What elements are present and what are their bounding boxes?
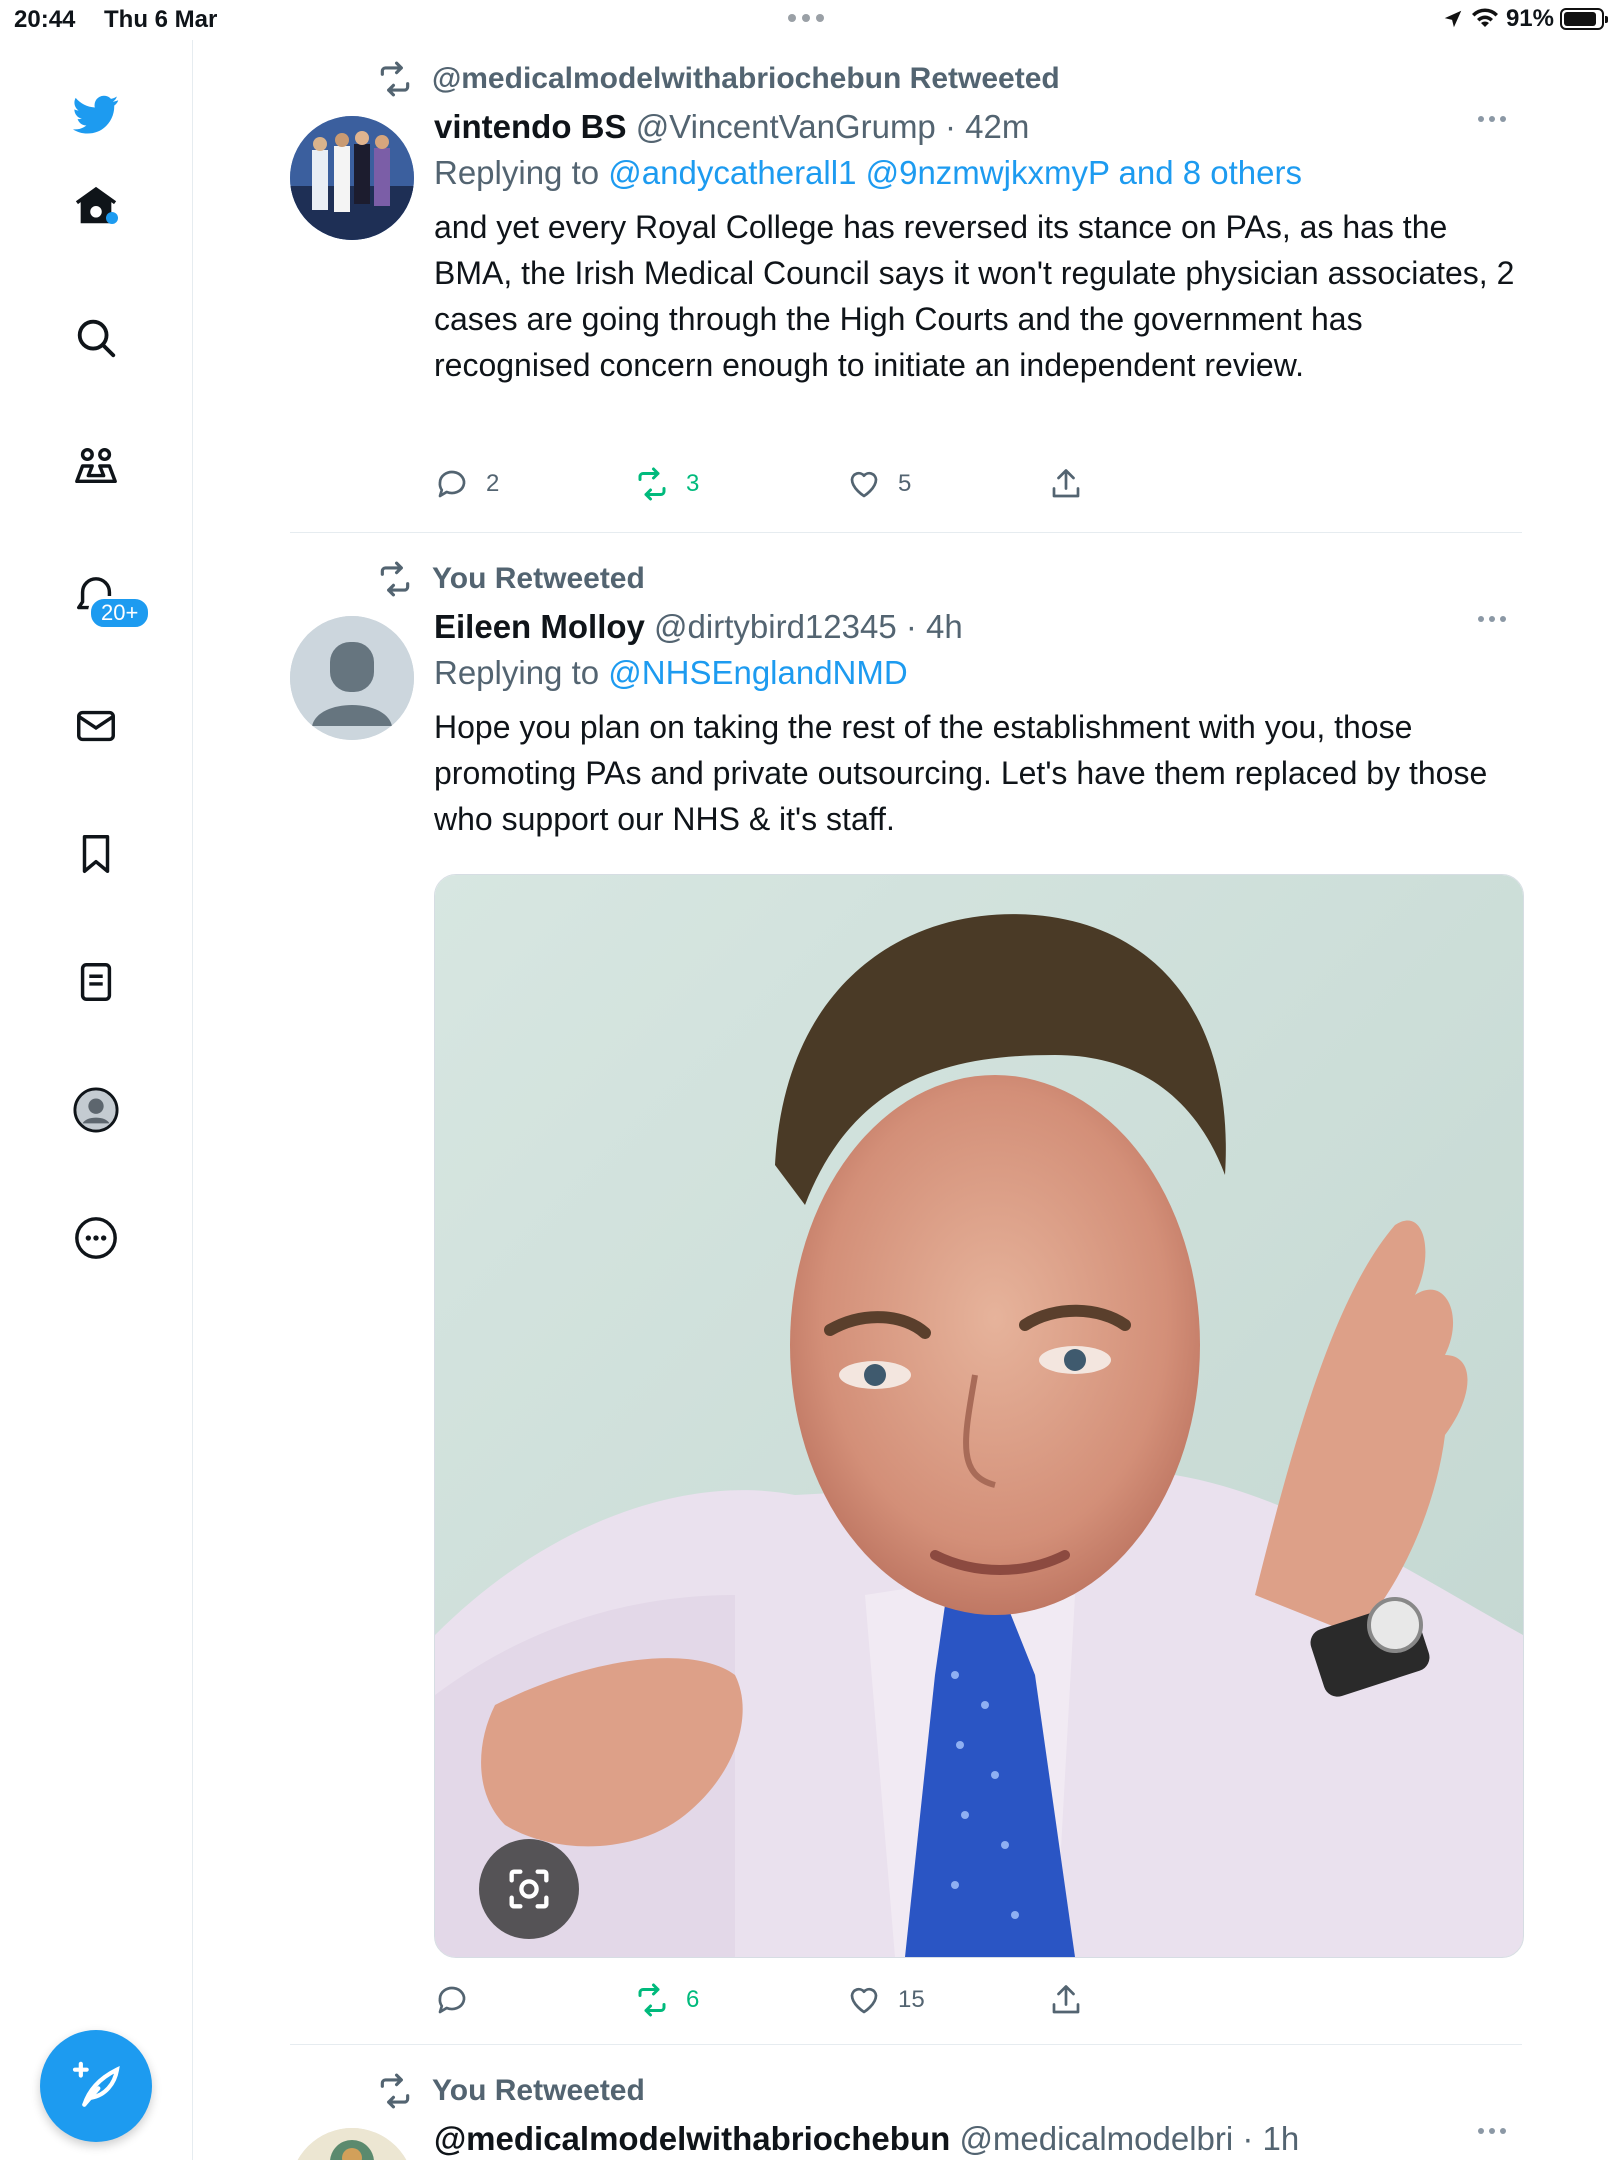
share-button[interactable] bbox=[1048, 1982, 1084, 2018]
retweet-button[interactable]: 6 bbox=[634, 1982, 699, 2018]
retweet-label: You Retweeted bbox=[432, 2074, 645, 2107]
avatar[interactable] bbox=[290, 2128, 414, 2160]
share-icon bbox=[1052, 469, 1080, 498]
retweet-context: @medicalmodelwithabriochebun Retweeted bbox=[376, 60, 1060, 98]
tweet-text: Hope you plan on taking the rest of the … bbox=[434, 709, 1488, 837]
heart-icon bbox=[850, 1987, 878, 2014]
tweet[interactable]: You Retweeted @medicalmodelwithabriocheb… bbox=[290, 2072, 1522, 2160]
tweet-more-icon[interactable] bbox=[1478, 616, 1506, 622]
like-count: 15 bbox=[898, 1986, 925, 2013]
retweet-context: You Retweeted bbox=[376, 2072, 645, 2110]
tweet-time[interactable]: · 42m bbox=[945, 108, 1029, 145]
like-button[interactable]: 15 bbox=[846, 1982, 925, 2018]
retweet-icon bbox=[380, 61, 410, 97]
avatar[interactable] bbox=[290, 116, 414, 240]
like-count: 5 bbox=[898, 470, 912, 497]
compose-tweet-icon bbox=[72, 2061, 120, 2107]
wifi-icon bbox=[1471, 8, 1498, 27]
replying-prefix: Replying to bbox=[434, 154, 600, 191]
retweet-label: You Retweeted bbox=[432, 562, 645, 595]
battery-percent: 91% bbox=[1505, 5, 1554, 32]
battery-icon bbox=[1560, 8, 1608, 30]
search-icon[interactable] bbox=[68, 310, 124, 366]
tweet[interactable]: @medicalmodelwithabriochebun Retweeted v… bbox=[290, 60, 1522, 501]
author-handle[interactable]: @medicalmodelbri bbox=[959, 2120, 1233, 2157]
communities-icon[interactable] bbox=[68, 438, 124, 494]
tweet-media-photo[interactable] bbox=[434, 874, 1524, 1958]
retweet-count: 6 bbox=[686, 1986, 700, 2013]
replying-to: Replying to @andycatherall1 @9nzmwjkxmyP… bbox=[434, 154, 1522, 192]
retweet-icon bbox=[380, 2073, 410, 2109]
share-icon bbox=[1052, 1985, 1080, 2014]
multitasking-dots-icon[interactable] bbox=[788, 14, 824, 22]
tweet-more-icon[interactable] bbox=[1478, 2128, 1506, 2134]
sidebar-nav: 20+ bbox=[0, 40, 193, 2160]
status-bar: 20:44 Thu 6 Mar 91% bbox=[0, 0, 1620, 40]
replying-to-link[interactable]: @andycatherall1 @9nzmwjkxmyP and 8 other… bbox=[608, 154, 1302, 191]
home-unread-dot bbox=[106, 212, 118, 224]
twitter-bird-icon[interactable] bbox=[68, 86, 124, 142]
author-name[interactable]: vintendo BS bbox=[434, 108, 627, 145]
tweet-more-icon[interactable] bbox=[1478, 116, 1506, 122]
status-time: 20:44 bbox=[14, 6, 76, 33]
like-button[interactable]: 5 bbox=[846, 466, 911, 502]
tweet-divider bbox=[290, 532, 1522, 533]
tweet-header: @medicalmodelwithabriochebun @medicalmod… bbox=[434, 2120, 1522, 2158]
retweet-icon bbox=[380, 561, 410, 597]
tweet-divider bbox=[290, 2044, 1522, 2045]
replying-to-link[interactable]: @NHSEnglandNMD bbox=[608, 654, 907, 691]
tweet-text: and yet every Royal College has reversed… bbox=[434, 209, 1515, 383]
retweet-icon bbox=[638, 1983, 666, 2017]
visual-lookup-button[interactable] bbox=[479, 1839, 579, 1939]
messages-icon[interactable] bbox=[68, 698, 124, 754]
more-icon[interactable] bbox=[68, 1210, 124, 1266]
retweet-label: @medicalmodelwithabriochebun Retweeted bbox=[432, 62, 1060, 95]
tweet[interactable]: You Retweeted Eileen Molloy @dirtybird12… bbox=[290, 560, 1524, 2022]
compose-tweet-button[interactable] bbox=[40, 2030, 152, 2142]
location-arrow-icon bbox=[1444, 10, 1462, 28]
author-name[interactable]: @medicalmodelwithabriochebun bbox=[434, 2120, 950, 2157]
replying-to: Replying to @NHSEnglandNMD bbox=[434, 654, 1522, 692]
retweet-icon bbox=[638, 467, 666, 501]
reply-button[interactable] bbox=[434, 1982, 486, 2018]
share-button[interactable] bbox=[1048, 466, 1084, 502]
status-date: Thu 6 Mar bbox=[104, 6, 218, 33]
reply-icon bbox=[438, 1986, 466, 2014]
reply-button[interactable]: 2 bbox=[434, 466, 499, 502]
retweet-count: 3 bbox=[686, 470, 700, 497]
tweet-actions: 2 3 5 bbox=[434, 466, 1114, 506]
bookmarks-icon[interactable] bbox=[68, 826, 124, 882]
tweet-time[interactable]: · 4h bbox=[906, 608, 963, 645]
profile-icon[interactable] bbox=[68, 1082, 124, 1138]
heart-icon bbox=[850, 471, 878, 498]
replying-prefix: Replying to bbox=[434, 654, 600, 691]
author-handle[interactable]: @dirtybird12345 bbox=[654, 608, 897, 645]
notifications-badge: 20+ bbox=[88, 596, 152, 630]
camera-search-icon bbox=[509, 1869, 549, 1909]
retweet-context: You Retweeted bbox=[376, 560, 645, 598]
author-handle[interactable]: @VincentVanGrump bbox=[636, 108, 936, 145]
tweet-header: Eileen Molloy @dirtybird12345 · 4h bbox=[434, 608, 1522, 646]
retweet-button[interactable]: 3 bbox=[634, 466, 699, 502]
avatar[interactable] bbox=[290, 616, 414, 740]
reply-icon bbox=[438, 470, 466, 498]
tweet-header: vintendo BS @VincentVanGrump · 42m bbox=[434, 108, 1522, 146]
lists-icon[interactable] bbox=[68, 954, 124, 1010]
home-icon[interactable] bbox=[68, 178, 124, 234]
tweet-actions: 6 15 bbox=[434, 1982, 1114, 2022]
author-name[interactable]: Eileen Molloy bbox=[434, 608, 645, 645]
reply-count: 2 bbox=[486, 470, 500, 497]
tweet-time[interactable]: · 1h bbox=[1242, 2120, 1299, 2157]
